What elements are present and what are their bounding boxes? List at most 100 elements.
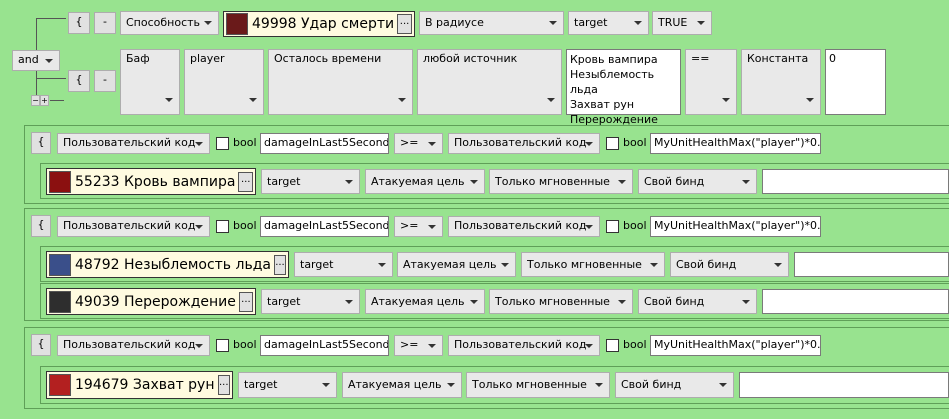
aura-list-item[interactable]: Захват рун <box>570 97 677 112</box>
bind-input[interactable] <box>762 169 949 194</box>
bool-checkbox[interactable] <box>216 220 229 233</box>
chevron-down-icon <box>697 21 705 25</box>
bool-checkbox[interactable] <box>606 137 619 150</box>
right-operand-type-select[interactable]: Пользовательский код <box>448 133 600 154</box>
unit-select[interactable]: target <box>568 11 649 35</box>
comparator-select[interactable]: >= <box>394 133 443 154</box>
block-brace-button[interactable]: { <box>31 215 51 237</box>
left-code-input[interactable]: damageInLast5Seconds <box>260 335 389 356</box>
spell-browse-button[interactable]: ... <box>397 14 412 34</box>
chevron-down-icon <box>345 179 353 184</box>
value-input[interactable]: 0 <box>825 49 886 115</box>
chevron-down-icon <box>470 179 478 184</box>
left-code-input[interactable]: damageInLast5Seconds <box>260 216 389 237</box>
spell-field[interactable]: 48792 Незыблемость льда ... <box>46 251 289 278</box>
spell-browse-button[interactable]: ... <box>238 171 253 192</box>
vampiric-blood-icon <box>49 170 71 193</box>
cast-mode-select[interactable]: Только мгновенные <box>489 169 633 194</box>
right-code-input[interactable]: MyUnitHealthMax("player")*0.5 <box>650 133 821 154</box>
left-operand-type-select[interactable]: Пользовательский код <box>57 133 210 154</box>
aura-unit-select[interactable]: player <box>184 49 264 115</box>
aura-list[interactable]: Кровь вампира Незыблемость льда Захват р… <box>566 49 681 126</box>
bind-input[interactable] <box>762 289 949 314</box>
right-operand-type-select[interactable]: Пользовательский код <box>448 216 600 237</box>
bind-select[interactable]: Свой бинд <box>670 252 789 277</box>
spell-field[interactable]: 49039 Перерождение ... <box>46 288 256 315</box>
bool-label: bool <box>623 219 647 232</box>
comparator-select[interactable]: >= <box>394 335 443 356</box>
bool-checkbox[interactable] <box>606 220 619 233</box>
attack-target-select[interactable]: Атакуемая цель <box>365 169 485 194</box>
bool-label: bool <box>623 338 647 351</box>
logic-operator-select[interactable]: and <box>12 50 60 71</box>
bool-checkbox[interactable] <box>216 137 229 150</box>
bind-select[interactable]: Свой бинд <box>638 169 757 194</box>
value-type-select[interactable]: Константа <box>741 49 821 115</box>
cast-mode-select[interactable]: Только мгновенные <box>489 289 633 314</box>
icebound-fortitude-icon <box>49 253 71 276</box>
bind-input[interactable] <box>794 252 949 277</box>
aura-list-item[interactable]: Незыблемость льда <box>570 67 677 97</box>
aura-property-select[interactable]: Осталось времени <box>268 49 413 115</box>
spell-browse-button[interactable]: ... <box>217 375 230 395</box>
spell-field[interactable]: 194679 Захват рун ... <box>46 371 233 399</box>
target-select[interactable]: target <box>238 372 337 398</box>
chevron-down-icon <box>774 262 782 267</box>
left-code-input[interactable]: damageInLast5Seconds <box>260 133 389 154</box>
right-operand-type-select[interactable]: Пользовательский код <box>448 335 600 356</box>
spell-field[interactable]: 55233 Кровь вампира ... <box>46 168 256 195</box>
left-operand-type-select[interactable]: Пользовательский код <box>57 216 210 237</box>
bind-input[interactable] <box>739 372 949 398</box>
target-select[interactable]: target <box>261 169 360 194</box>
target-select[interactable]: target <box>294 252 393 277</box>
chevron-down-icon <box>195 343 203 348</box>
comparator-select[interactable]: >= <box>394 216 443 237</box>
chevron-down-icon <box>722 98 730 102</box>
expand-button[interactable]: + <box>40 95 49 106</box>
range-select[interactable]: В радиусе <box>419 11 564 35</box>
bool-checkbox[interactable] <box>216 339 229 352</box>
chevron-down-icon <box>806 98 814 102</box>
cast-mode-select[interactable]: Только мгновенные <box>466 372 610 398</box>
chevron-down-icon <box>742 299 750 304</box>
block-brace-button[interactable]: { <box>31 132 51 154</box>
aura-list-item[interactable]: Кровь вампира <box>570 52 677 67</box>
left-operand-type-select[interactable]: Пользовательский код <box>57 335 210 356</box>
attack-target-select[interactable]: Атакуемая цель <box>365 289 485 314</box>
condition-type-select[interactable]: Способность <box>120 11 219 35</box>
chevron-down-icon <box>428 343 436 348</box>
aura-type-select[interactable]: Баф <box>120 49 180 115</box>
spell-field[interactable]: 49998 Удар смерти ... <box>223 11 415 37</box>
tree-line <box>50 100 64 101</box>
bind-select[interactable]: Свой бинд <box>638 289 757 314</box>
aura-source-select[interactable]: любой источник <box>417 49 562 115</box>
open-brace-button[interactable]: { <box>68 12 90 34</box>
collapse-button[interactable]: − <box>31 95 40 106</box>
flag-select[interactable]: TRUE <box>652 11 712 35</box>
cast-mode-select[interactable]: Только мгновенные <box>521 252 665 277</box>
rune-tap-icon <box>49 374 71 396</box>
chevron-down-icon <box>165 98 173 102</box>
attack-target-select[interactable]: Атакуемая цель <box>397 252 516 277</box>
open-brace-button[interactable]: { <box>68 70 90 92</box>
attack-target-select[interactable]: Атакуемая цель <box>342 372 462 398</box>
right-code-input[interactable]: MyUnitHealthMax("player")*0.4 <box>650 216 821 237</box>
bool-label: bool <box>623 136 647 149</box>
bind-select[interactable]: Свой бинд <box>615 372 734 398</box>
spell-browse-button[interactable]: ... <box>273 254 286 275</box>
chevron-down-icon <box>719 383 727 387</box>
chevron-down-icon <box>195 224 203 229</box>
remove-condition-button[interactable]: - <box>94 70 116 92</box>
spell-browse-button[interactable]: ... <box>238 291 253 312</box>
chevron-down-icon <box>428 141 436 146</box>
bool-checkbox[interactable] <box>606 339 619 352</box>
right-code-input[interactable]: MyUnitHealthMax("player")*0.3 <box>650 335 821 356</box>
chevron-down-icon <box>618 299 626 304</box>
chevron-down-icon <box>742 179 750 184</box>
block-brace-button[interactable]: { <box>31 334 51 356</box>
tree-line <box>36 18 66 19</box>
chevron-down-icon <box>585 343 593 348</box>
comparator-select[interactable]: == <box>685 49 737 115</box>
remove-condition-button[interactable]: - <box>94 12 116 34</box>
target-select[interactable]: target <box>261 289 360 314</box>
